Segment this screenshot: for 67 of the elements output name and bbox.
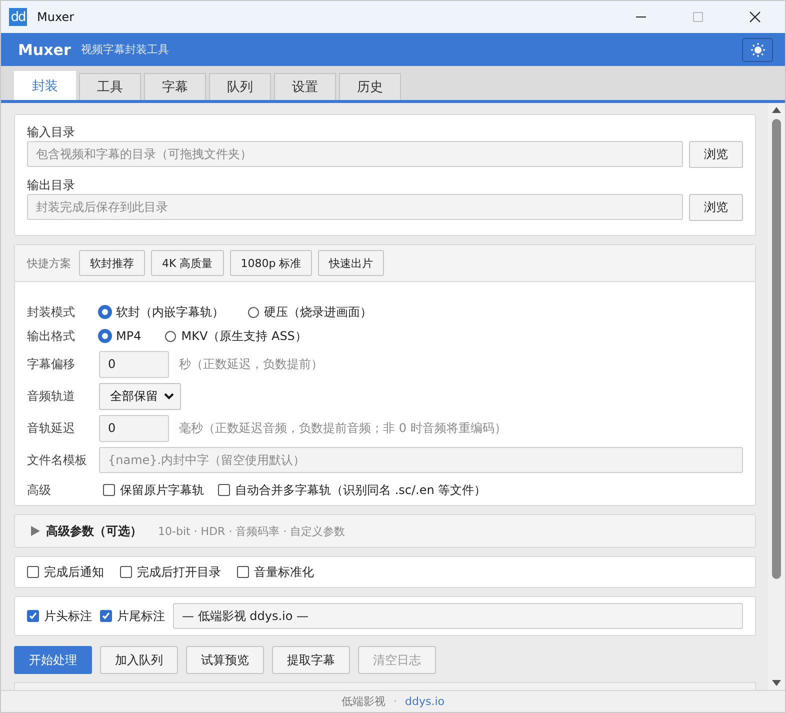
field-hint: 秒（正数延迟，负数提前） xyxy=(179,356,323,372)
watermark-text-field[interactable]: — 低端影视 ddys.io — xyxy=(173,603,743,629)
field-label: 字幕偏移 xyxy=(27,356,76,372)
checkbox-option[interactable]: 音量标准化 xyxy=(237,564,314,580)
template-field[interactable]: {name}.内封中字（留空使用默认） xyxy=(99,447,743,473)
app-title: Muxer xyxy=(18,40,71,58)
expand-arrow-icon xyxy=(31,526,40,536)
field-label: 封装模式 xyxy=(27,304,76,320)
footer-separator: · xyxy=(394,695,397,708)
close-icon[interactable] xyxy=(749,11,761,23)
field-label: 输入目录 xyxy=(27,124,76,141)
preset-label: 快捷方案 xyxy=(27,256,71,270)
tab[interactable]: 封装 xyxy=(14,71,76,100)
advanced-section[interactable]: 高级参数（可选） 10-bit · HDR · 音频码率 · 自定义参数 xyxy=(14,514,756,548)
field-label: 高级 xyxy=(27,482,52,498)
tab[interactable]: 队列 xyxy=(209,73,271,100)
window-title: Muxer xyxy=(37,10,74,24)
action-button[interactable]: 提取字幕 xyxy=(272,646,350,674)
preset-button[interactable]: 4K 高质量 xyxy=(151,250,224,276)
action-button[interactable]: 开始处理 xyxy=(14,646,92,674)
field-label: 输出目录 xyxy=(27,177,76,194)
action-button[interactable]: 加入队列 xyxy=(100,646,178,674)
sun-icon xyxy=(750,42,764,56)
scrollbar-thumb[interactable] xyxy=(772,119,781,579)
directory-field[interactable]: 封装完成后保存到此目录 xyxy=(27,194,683,220)
checkbox-option[interactable]: 完成后打开目录 xyxy=(120,564,221,580)
audio-track-select[interactable]: 全部保留 xyxy=(99,382,181,410)
field-label: 音频轨道 xyxy=(27,388,76,404)
footer-link[interactable]: ddys.io xyxy=(405,695,444,708)
checkbox-option[interactable]: 自动合并多字幕轨（识别同名 .sc/.en 等文件） xyxy=(218,482,486,498)
field-hint: 毫秒（正数延迟音频，负数提前音频；非 0 时音频将重编码） xyxy=(179,420,506,436)
directory-field[interactable]: 包含视频和字幕的目录（可拖拽文件夹） xyxy=(27,141,683,167)
scrollbar[interactable] xyxy=(768,103,785,690)
radio-option[interactable]: 硬压（烧录进画面） xyxy=(248,304,372,320)
radio-option[interactable]: MKV（原生支持 ASS） xyxy=(165,328,307,344)
tab[interactable]: 字幕 xyxy=(144,73,206,100)
checkbox-option[interactable]: 片尾标注 xyxy=(100,608,165,624)
app-subtitle: 视频字幕封装工具 xyxy=(80,42,169,57)
tab[interactable]: 设置 xyxy=(274,73,336,100)
theme-toggle-button[interactable] xyxy=(742,38,773,62)
action-button[interactable]: 试算预览 xyxy=(186,646,264,674)
tab[interactable]: 工具 xyxy=(79,73,141,100)
browse-button[interactable]: 浏览 xyxy=(689,194,743,221)
scroll-up-icon[interactable] xyxy=(772,107,781,113)
radio-option[interactable]: 软封（内嵌字幕轨） xyxy=(99,304,224,320)
checkmark-icon xyxy=(101,611,111,621)
field-label: 文件名模板 xyxy=(27,452,88,468)
chevron-down-icon xyxy=(164,392,174,400)
checkmark-icon xyxy=(28,611,38,621)
advanced-summary: 10-bit · HDR · 音频码率 · 自定义参数 xyxy=(158,524,346,538)
field-label: 音轨延迟 xyxy=(27,420,76,436)
preset-button[interactable]: 快速出片 xyxy=(318,250,384,276)
checkbox-option[interactable]: 保留原片字幕轨 xyxy=(103,482,204,498)
advanced-title: 高级参数（可选） xyxy=(46,522,142,540)
checkbox-option[interactable]: 完成后通知 xyxy=(27,564,104,580)
tab[interactable]: 历史 xyxy=(339,73,401,100)
field-label: 输出格式 xyxy=(27,328,76,344)
preset-button[interactable]: 1080p 标准 xyxy=(230,250,312,276)
checkbox-option[interactable]: 片头标注 xyxy=(27,608,92,624)
number-field[interactable]: 0 xyxy=(99,414,169,442)
browse-button[interactable]: 浏览 xyxy=(689,141,743,168)
number-field[interactable]: 0 xyxy=(99,350,169,378)
radio-option[interactable]: MP4 xyxy=(99,329,142,343)
scroll-down-icon[interactable] xyxy=(772,680,781,686)
app-icon: dd xyxy=(9,8,27,26)
footer-text: 低端影视 xyxy=(342,694,386,709)
preset-button[interactable]: 软封推荐 xyxy=(79,250,145,276)
